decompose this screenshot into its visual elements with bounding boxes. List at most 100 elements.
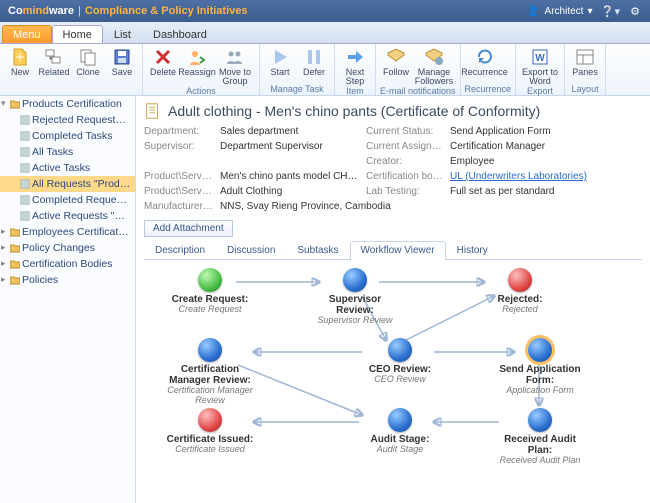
workflow-node-sub: Rejected bbox=[474, 305, 566, 315]
follow-button[interactable]: Follow bbox=[380, 46, 412, 86]
manage-followers-button[interactable]: Manage Followers bbox=[414, 46, 454, 86]
label-assignee: Current Assign… bbox=[366, 141, 444, 152]
recurrence-button[interactable]: Recurrence bbox=[465, 46, 505, 84]
sidebar-item[interactable]: All Requests "Product Cer… bbox=[0, 176, 135, 192]
sidebar-item[interactable]: Completed Tasks bbox=[0, 128, 135, 144]
save-button[interactable]: Save bbox=[106, 46, 138, 84]
sidebar-folder[interactable]: ▸Policies bbox=[0, 272, 135, 288]
menu-tabs: Menu Home List Dashboard bbox=[0, 22, 650, 44]
clone-button[interactable]: Clone bbox=[72, 46, 104, 84]
add-attachment-button[interactable]: Add Attachment bbox=[144, 220, 233, 237]
delete-button[interactable]: Delete bbox=[147, 46, 179, 86]
settings-icon[interactable]: ⚙ bbox=[628, 4, 642, 18]
value-supervisor: Department Supervisor bbox=[220, 141, 360, 152]
value-status: Send Application Form bbox=[450, 126, 642, 137]
label-supervisor: Supervisor: bbox=[144, 141, 214, 152]
list-icon bbox=[20, 131, 30, 141]
workflow-node-sub: Create Request bbox=[164, 305, 256, 315]
sidebar-folder[interactable]: ▾Products Certification bbox=[0, 96, 135, 112]
move-to-group-button[interactable]: Move to Group bbox=[215, 46, 255, 86]
value-product-service: Men's chino pants model CH-123 (Sizes 28… bbox=[220, 171, 360, 182]
sidebar-item[interactable]: Rejected Requests "Produ… bbox=[0, 112, 135, 128]
workflow-node-sub: CEO Review bbox=[354, 375, 446, 385]
list-icon bbox=[20, 115, 30, 125]
page-title: Adult clothing - Men's chino pants (Cert… bbox=[168, 103, 540, 119]
sidebar-item-label: Rejected Requests "Produ… bbox=[32, 114, 135, 126]
workflow-node-icon bbox=[508, 268, 532, 292]
sidebar-item-label: Policy Changes bbox=[22, 242, 95, 254]
reassign-button[interactable]: Reassign bbox=[181, 46, 213, 86]
sidebar-item[interactable]: Active Tasks bbox=[0, 160, 135, 176]
next-step-button[interactable]: Next Step bbox=[339, 46, 371, 86]
document-icon bbox=[144, 102, 162, 120]
list-icon bbox=[20, 147, 30, 157]
folder-icon bbox=[10, 99, 20, 109]
sidebar-folder[interactable]: ▸ Employees Certification bbox=[0, 224, 135, 240]
tab-workflow-viewer[interactable]: Workflow Viewer bbox=[350, 241, 446, 260]
workflow-node-sub: Certificate Issued bbox=[164, 445, 256, 455]
workflow-node-rejected[interactable]: Rejected:Rejected bbox=[474, 268, 566, 315]
sidebar-item[interactable]: Completed Requests "Pro… bbox=[0, 192, 135, 208]
expand-icon[interactable]: ▸ bbox=[1, 258, 6, 269]
sidebar-item-label: Certification Bodies bbox=[22, 258, 112, 270]
sidebar-folder[interactable]: ▸ Policy Changes bbox=[0, 240, 135, 256]
workflow-node-sendapp[interactable]: Send Application Form:Application Form bbox=[494, 338, 586, 396]
detail-tabs: Description Discussion Subtasks Workflow… bbox=[144, 241, 642, 260]
label-department: Department: bbox=[144, 126, 214, 137]
workflow-node-cmreview[interactable]: Certification Manager Review:Certificati… bbox=[164, 338, 256, 406]
workflow-node-sub: Received Audit Plan bbox=[494, 456, 586, 466]
expand-icon[interactable]: ▸ bbox=[1, 226, 6, 237]
expand-icon[interactable]: ▾ bbox=[1, 98, 6, 109]
value-assignee: Certification Manager bbox=[450, 141, 642, 152]
workflow-node-name: Received Audit Plan: bbox=[494, 434, 586, 456]
sidebar-item[interactable]: All Tasks bbox=[0, 144, 135, 160]
sidebar-item-label: Employees Certification bbox=[22, 226, 132, 238]
workflow-node-recvplan[interactable]: Received Audit Plan:Received Audit Plan bbox=[494, 408, 586, 466]
brand-logo: Comindware bbox=[8, 5, 74, 17]
tab-list[interactable]: List bbox=[103, 25, 142, 43]
new-button[interactable]: New bbox=[4, 46, 36, 84]
tab-subtasks[interactable]: Subtasks bbox=[286, 241, 349, 259]
export-word-button[interactable]: WExport to Word bbox=[520, 46, 560, 86]
workflow-canvas[interactable]: Create Request:Create Request Supervisor … bbox=[144, 260, 642, 470]
workflow-node-icon bbox=[198, 268, 222, 292]
tab-menu[interactable]: Menu bbox=[2, 25, 52, 43]
start-button[interactable]: Start bbox=[264, 46, 296, 84]
workflow-node-name: Certification Manager Review: bbox=[164, 364, 256, 386]
related-button[interactable]: Related bbox=[38, 46, 70, 84]
ribbon: New Related Clone Save Delete Reassign M… bbox=[0, 44, 650, 96]
tab-discussion[interactable]: Discussion bbox=[216, 241, 286, 259]
workflow-node-sub: Certification Manager Review bbox=[164, 386, 256, 406]
sidebar-folder[interactable]: ▸ Certification Bodies bbox=[0, 256, 135, 272]
workflow-node-name: Send Application Form: bbox=[494, 364, 586, 386]
workflow-node-ceoreview[interactable]: CEO Review:CEO Review bbox=[354, 338, 446, 385]
panes-button[interactable]: Panes bbox=[569, 46, 601, 84]
value-department: Sales department bbox=[220, 126, 360, 137]
tab-description[interactable]: Description bbox=[144, 241, 216, 259]
user-menu[interactable]: 👤 Architect ▾ bbox=[527, 4, 593, 18]
tab-history[interactable]: History bbox=[446, 241, 499, 259]
workflow-node-create[interactable]: Create Request:Create Request bbox=[164, 268, 256, 315]
label-cert-body: Certification bo… bbox=[366, 171, 444, 182]
workflow-node-name: Supervisor Review: bbox=[309, 294, 401, 316]
value-cert-body[interactable]: UL (Underwriters Laboratories) bbox=[450, 171, 642, 182]
workflow-node-audit[interactable]: Audit Stage:Audit Stage bbox=[354, 408, 446, 455]
label-manufacturer: Manufacturer N… bbox=[144, 201, 214, 212]
label-lab-testing: Lab Testing: bbox=[366, 186, 444, 197]
defer-button[interactable]: Defer bbox=[298, 46, 330, 84]
workflow-node-sub: Supervisor Review bbox=[309, 316, 401, 326]
cert-body-link[interactable]: UL (Underwriters Laboratories) bbox=[450, 171, 587, 182]
sidebar-item[interactable]: Active Requests "Product … bbox=[0, 208, 135, 224]
sidebar-item-label: All Requests "Product Cer… bbox=[32, 178, 135, 190]
workflow-node-sub: Application Form bbox=[494, 386, 586, 396]
expand-icon[interactable]: ▸ bbox=[1, 242, 6, 253]
workflow-node-supreview[interactable]: Supervisor Review:Supervisor Review bbox=[309, 268, 401, 326]
help-icon[interactable]: ❔ bbox=[600, 4, 614, 18]
value-creator: Employee bbox=[450, 156, 642, 167]
sidebar-item-label: Completed Tasks bbox=[32, 130, 112, 142]
tab-home[interactable]: Home bbox=[52, 25, 103, 43]
expand-icon[interactable]: ▸ bbox=[1, 274, 6, 285]
workflow-node-certissued[interactable]: Certificate Issued:Certificate Issued bbox=[164, 408, 256, 455]
label-product-service: Product\Servic… bbox=[144, 171, 214, 182]
tab-dashboard[interactable]: Dashboard bbox=[142, 25, 218, 43]
